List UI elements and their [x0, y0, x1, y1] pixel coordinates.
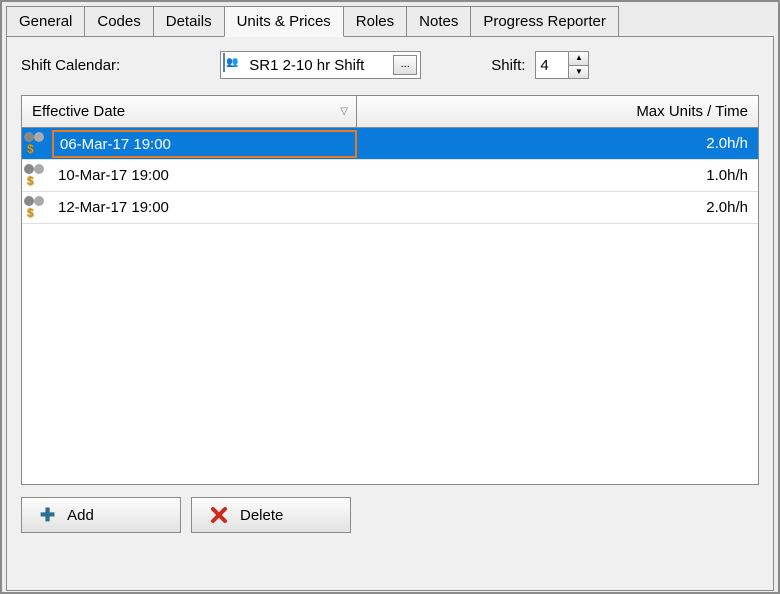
table-row[interactable]: $ 06-Mar-17 19:00 2.0h/h: [22, 128, 758, 160]
shift-label: Shift:: [491, 57, 525, 74]
cell-max-units: 1.0h/h: [357, 160, 758, 191]
tab-progress-reporter[interactable]: Progress Reporter: [470, 6, 619, 37]
delete-button[interactable]: Delete: [191, 497, 351, 533]
table-body: $ 06-Mar-17 19:00 2.0h/h $ 10-Mar-17 19:…: [22, 128, 758, 224]
cell-effective-date[interactable]: 12-Mar-17 19:00: [52, 192, 357, 223]
tab-codes[interactable]: Codes: [84, 6, 153, 37]
effective-date-table: Effective Date ▽ Max Units / Time $ 06-M…: [21, 95, 759, 485]
table-header: Effective Date ▽ Max Units / Time: [22, 96, 758, 128]
shift-controls-row: Shift Calendar: 👥 SR1 2-10 hr Shift ... …: [21, 51, 759, 79]
column-max-units-label: Max Units / Time: [636, 103, 748, 120]
tab-units-prices[interactable]: Units & Prices: [224, 6, 344, 37]
shift-calendar-label: Shift Calendar:: [21, 57, 120, 74]
row-icon: $: [22, 128, 52, 159]
delete-icon: [210, 506, 228, 524]
cell-effective-date[interactable]: 06-Mar-17 19:00: [52, 130, 357, 158]
calendar-icon: 👥: [223, 54, 245, 76]
browse-button[interactable]: ...: [393, 55, 417, 75]
cell-max-units: 2.0h/h: [357, 128, 758, 159]
cell-effective-date[interactable]: 10-Mar-17 19:00: [52, 160, 357, 191]
add-button-label: Add: [67, 507, 94, 524]
plus-icon: ✚: [40, 506, 55, 524]
shift-increment[interactable]: ▲: [569, 52, 588, 66]
column-max-units[interactable]: Max Units / Time: [357, 96, 758, 127]
tab-notes[interactable]: Notes: [406, 6, 471, 37]
shift-calendar-selector[interactable]: 👥 SR1 2-10 hr Shift ...: [220, 51, 421, 79]
tab-panel: Shift Calendar: 👥 SR1 2-10 hr Shift ... …: [6, 36, 774, 591]
shift-value[interactable]: 4: [536, 52, 568, 78]
cell-max-units: 2.0h/h: [357, 192, 758, 223]
column-effective-date-label: Effective Date: [32, 103, 125, 120]
row-icon: $: [22, 160, 52, 191]
add-button[interactable]: ✚ Add: [21, 497, 181, 533]
delete-button-label: Delete: [240, 507, 283, 524]
dialog-window: General Codes Details Units & Prices Rol…: [0, 0, 780, 594]
tab-details[interactable]: Details: [153, 6, 225, 37]
tab-roles[interactable]: Roles: [343, 6, 407, 37]
table-row[interactable]: $ 10-Mar-17 19:00 1.0h/h: [22, 160, 758, 192]
table-row[interactable]: $ 12-Mar-17 19:00 2.0h/h: [22, 192, 758, 224]
sort-indicator-icon: ▽: [340, 106, 348, 117]
tab-general[interactable]: General: [6, 6, 85, 37]
shift-calendar-value: SR1 2-10 hr Shift: [249, 57, 389, 74]
tabs-bar: General Codes Details Units & Prices Rol…: [2, 2, 778, 37]
button-bar: ✚ Add Delete: [21, 497, 759, 533]
shift-decrement[interactable]: ▼: [569, 66, 588, 79]
shift-spinner[interactable]: 4 ▲ ▼: [535, 51, 589, 79]
row-icon: $: [22, 192, 52, 223]
column-effective-date[interactable]: Effective Date ▽: [22, 96, 357, 127]
